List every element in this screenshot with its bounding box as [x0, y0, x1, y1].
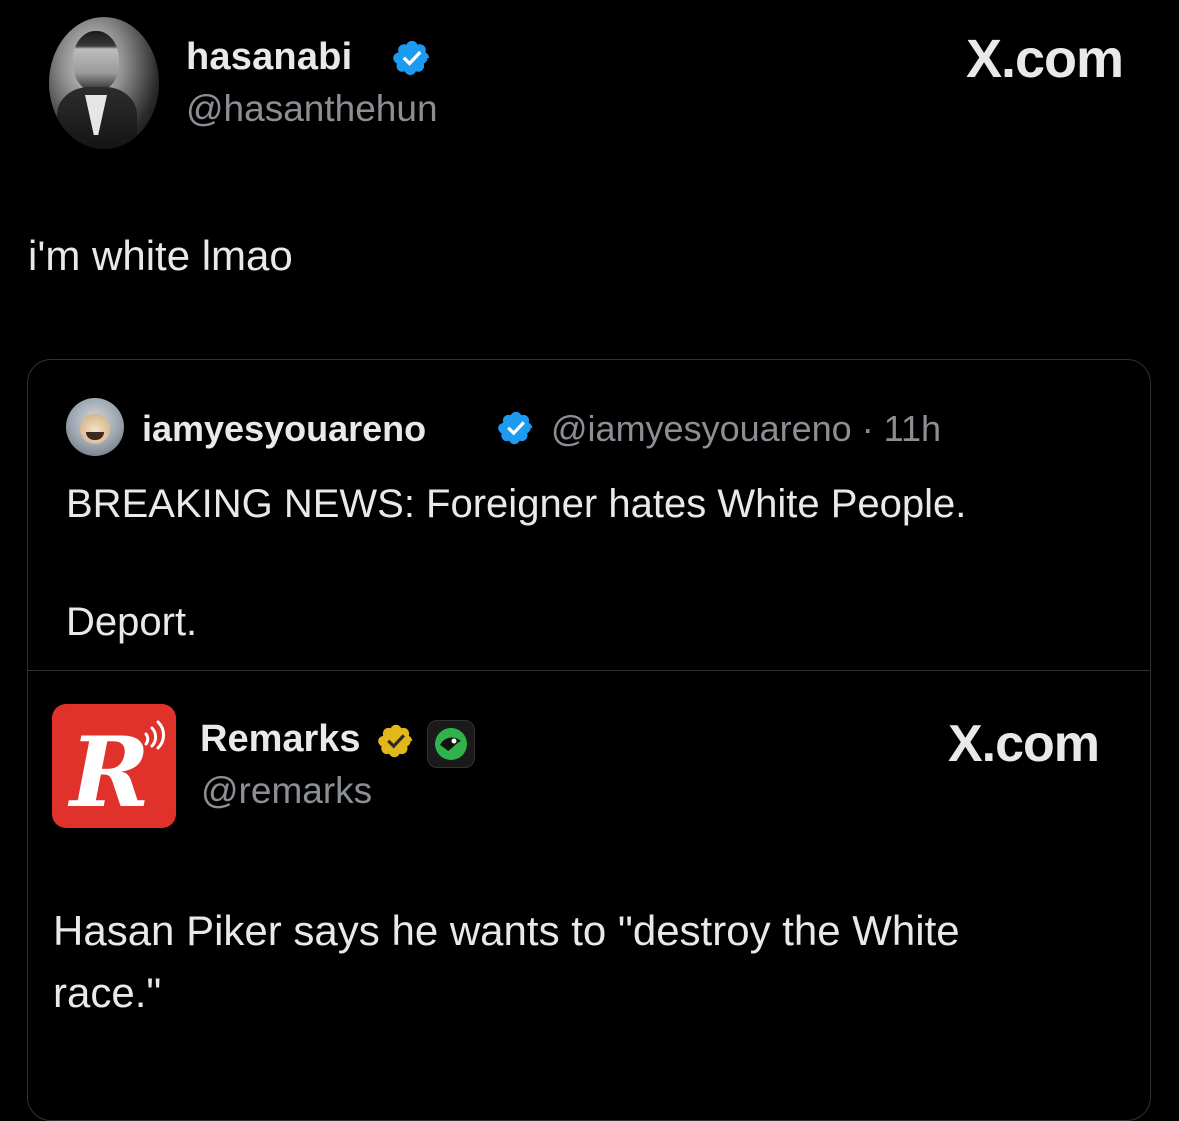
quoted-tweet-text-line2: Deport. [66, 600, 198, 644]
embedded-text-line2: race." [53, 969, 162, 1016]
remarks-logo: R [52, 704, 176, 828]
embedded-site-watermark: X.com [947, 715, 1100, 773]
profile-avatar[interactable] [49, 17, 159, 149]
gold-verified-badge-icon [378, 724, 413, 758]
media-divider [28, 670, 1150, 671]
embedded-tweet-text: Hasan Piker says he wants to "destroy th… [53, 900, 1123, 1024]
avatar-head [73, 31, 119, 91]
quoted-author-avatar[interactable] [66, 398, 124, 456]
embedded-author-name: Remarks [200, 718, 361, 760]
quoted-author-name[interactable]: iamyesyouareno [142, 408, 426, 450]
embedded-author-handle: @remarks [201, 770, 373, 811]
verified-badge-icon [498, 411, 533, 445]
signal-waves-icon [144, 720, 165, 750]
affiliate-logo-icon [435, 728, 467, 760]
tweet-text: i'm white lmao [28, 232, 293, 279]
quoted-author-handle-time[interactable]: @iamyesyouareno · 11h [551, 408, 941, 450]
author-handle[interactable]: @hasanthehun [186, 88, 438, 130]
quoted-tweet-text-line1: BREAKING NEWS: Foreigner hates White Peo… [66, 482, 967, 526]
site-watermark: X.com [965, 29, 1124, 89]
verified-badge-icon [393, 40, 430, 76]
affiliate-badge-icon [427, 720, 475, 768]
author-display-name[interactable]: hasanabi [186, 36, 352, 79]
embedded-text-line1: Hasan Piker says he wants to "destroy th… [53, 907, 960, 954]
